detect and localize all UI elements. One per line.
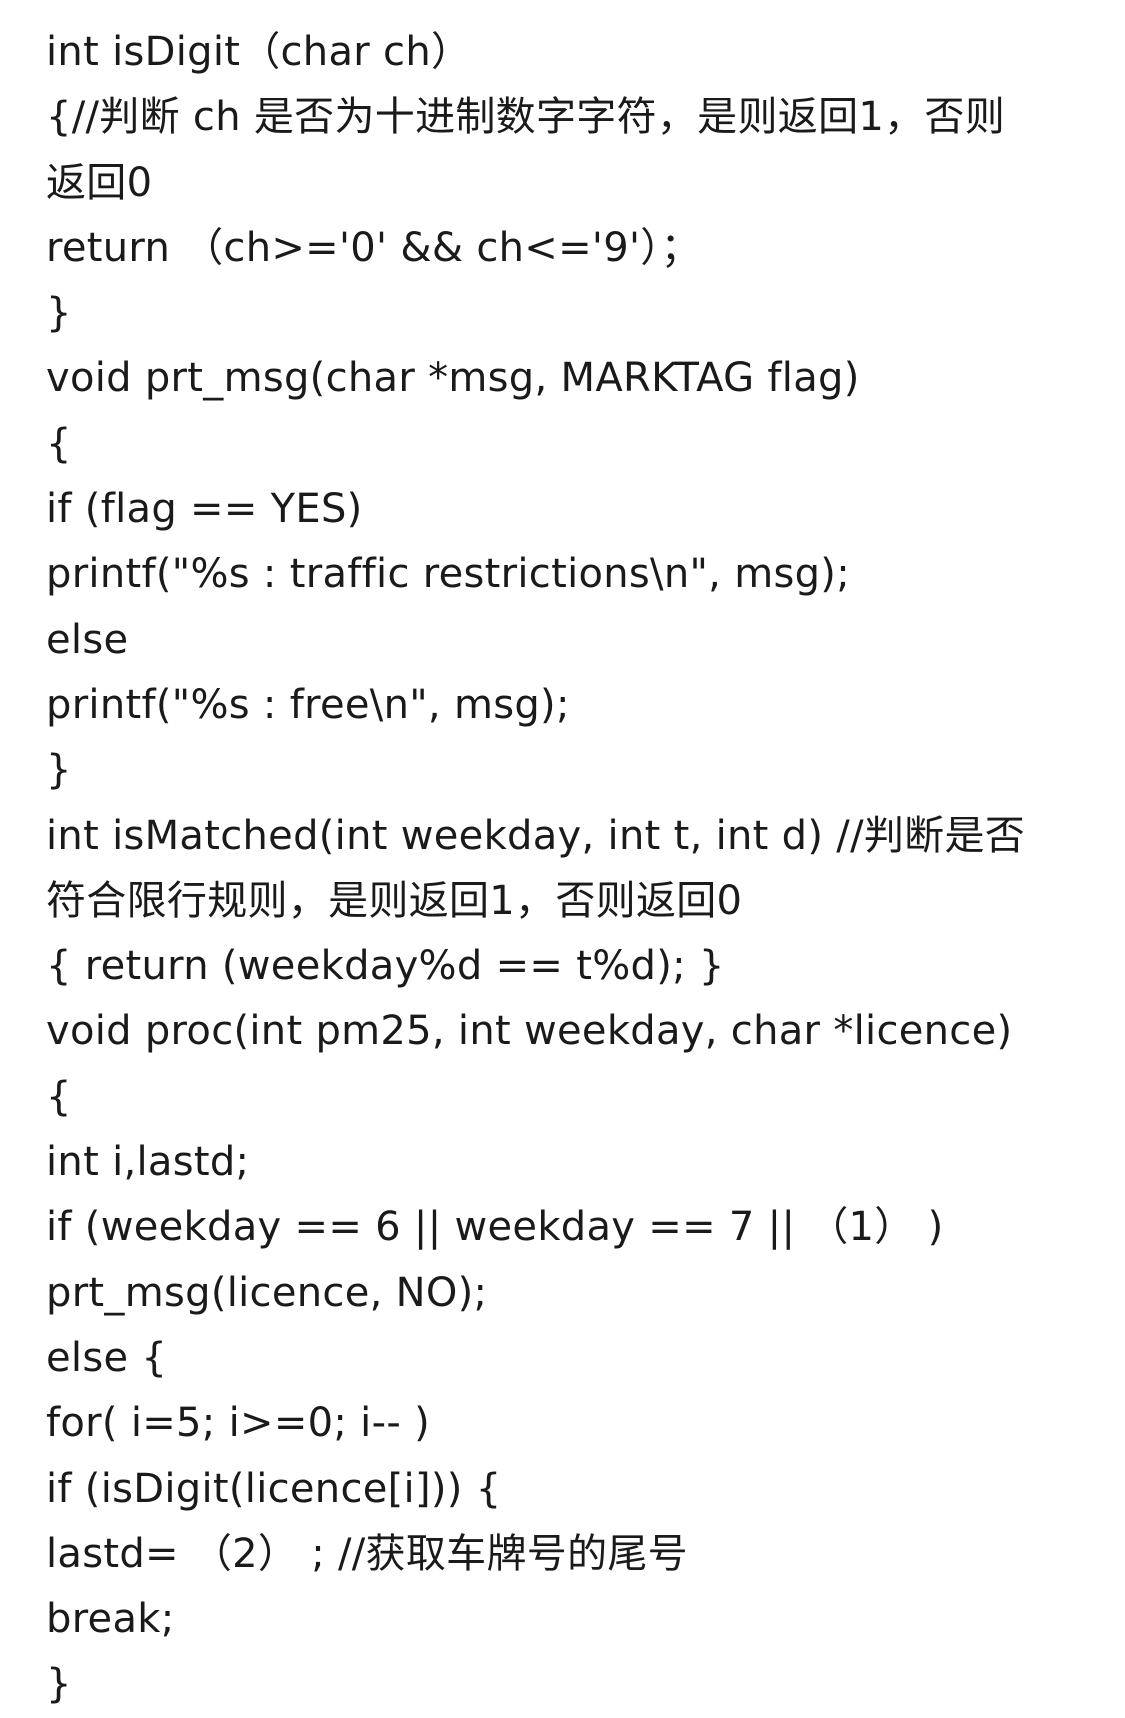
code-line: } (46, 747, 72, 794)
code-line: int i,lastd; (46, 1139, 250, 1186)
code-document: int isDigit（char ch） {//判断 ch 是否为十进制数字字符… (46, 20, 1086, 1718)
code-line: if (flag == YES) (46, 486, 363, 533)
code-line: if (weekday == 6 || weekday == 7 || （1） … (46, 1204, 944, 1251)
code-line: printf("%s : traffic restrictions\n", ms… (46, 551, 850, 598)
code-line: return （ch>='0' && ch<='9'）； (46, 224, 701, 271)
code-line: for( i=5; i>=0; i-- ) (46, 1400, 430, 1447)
code-line: lastd= （2） ; //获取车牌号的尾号 (46, 1530, 688, 1577)
code-line: else { (46, 1334, 168, 1381)
code-line: void prt_msg(char *msg, MARKTAG flag) (46, 355, 860, 402)
code-line: } (46, 1661, 72, 1708)
code-line: 返回0 (46, 159, 153, 206)
code-line: { return (weekday%d == t%d); } (46, 943, 725, 990)
code-line: void proc(int pm25, int weekday, char *l… (46, 1008, 1013, 1055)
code-line: else (46, 616, 129, 663)
code-line: prt_msg(licence, NO); (46, 1269, 488, 1316)
code-line: printf("%s : free\n", msg); (46, 681, 570, 728)
code-line: break; (46, 1596, 175, 1643)
code-line: { (46, 1073, 72, 1120)
code-line: } (46, 290, 72, 337)
code-line: int isDigit（char ch） (46, 29, 472, 75)
code-line: if (isDigit(licence[i])) { (46, 1465, 502, 1512)
code-line: 符合限行规则，是则返回1，否则返回0 (46, 877, 743, 924)
code-line: { (46, 420, 72, 467)
code-line: {//判断 ch 是否为十进制数字字符，是则返回1，否则 (46, 94, 1006, 141)
code-line: int isMatched(int weekday, int t, int d)… (46, 812, 1026, 859)
